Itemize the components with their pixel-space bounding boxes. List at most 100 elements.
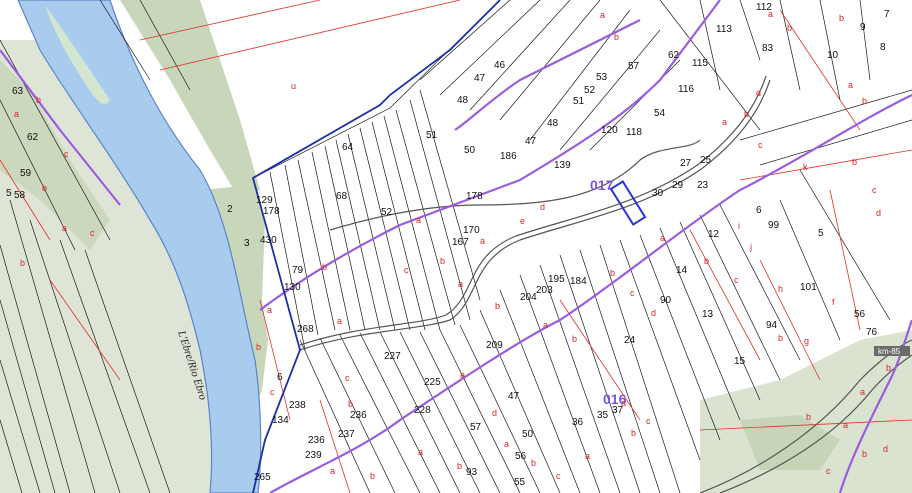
parcel-number: 115 [692, 58, 708, 69]
parcel-number: 237 [338, 429, 355, 440]
parcel-number: 134 [272, 415, 289, 426]
subparcel-letter: k [803, 162, 808, 172]
parcel-number: 52 [584, 85, 596, 96]
subparcel-letter: c [826, 466, 831, 476]
parcel-number: 178 [466, 191, 483, 202]
parcel-number: 2 [227, 204, 233, 215]
parcel-number: 56 [515, 451, 527, 462]
subparcel-letter: b [610, 268, 615, 278]
subparcel-letter: c [872, 185, 877, 195]
parcel-number: 57 [628, 61, 640, 72]
subparcel-letter: d [883, 444, 888, 454]
subparcel-letter: b [806, 412, 811, 422]
parcel-number: 139 [554, 160, 571, 171]
parcel-number: 430 [260, 235, 277, 246]
parcel-number: 178 [263, 206, 280, 217]
parcel-number: 48 [457, 95, 469, 106]
parcel-number: 93 [466, 467, 478, 478]
subparcel-letter: b [839, 13, 844, 23]
subparcel-letter: b [256, 342, 261, 352]
parcel-number: 6 [277, 372, 283, 383]
subparcel-letter: h [778, 284, 783, 294]
parcel-number: 120 [601, 125, 618, 136]
parcel-number: 209 [486, 340, 503, 351]
parcel-number: 184 [570, 276, 587, 287]
subparcel-letter: b [778, 333, 783, 343]
sector-label-017: 017 [590, 177, 614, 193]
parcel-number: 268 [297, 324, 314, 335]
study-area-border [251, 0, 647, 493]
parcel-number: 64 [342, 142, 354, 153]
subparcel-letter: b [36, 95, 41, 105]
parcel-number: 238 [289, 400, 306, 411]
parcel-number: 130 [284, 282, 301, 293]
parcel-number: 90 [660, 295, 672, 306]
parcel-number: 6 [756, 205, 762, 216]
subparcel-letter: b [495, 301, 500, 311]
parcel-number: 113 [716, 24, 732, 35]
parcel-number: 52 [381, 207, 393, 218]
subparcel-letter: b [440, 256, 445, 266]
subparcel-letter: b [457, 461, 462, 471]
parcel-number: 227 [384, 351, 401, 362]
subparcel-letter: c [734, 275, 739, 285]
subparcel-letter: a [722, 117, 727, 127]
parcel-number: 239 [305, 450, 322, 461]
subparcel-letter: b [370, 471, 375, 481]
parcel-number: 68 [336, 191, 348, 202]
parcel-number: 79 [292, 265, 304, 276]
parcel-number: 63 [12, 86, 24, 97]
parcel-number: 50 [464, 145, 476, 156]
parcel-number: 24 [624, 335, 636, 346]
subparcel-letter: a [62, 223, 67, 233]
subparcel-letter: a [480, 236, 485, 246]
subparcel-letter: d [492, 408, 497, 418]
road-marker-label: km-85 [878, 347, 901, 356]
subparcel-letter: f [832, 297, 835, 307]
parcel-number: 83 [762, 43, 774, 54]
parcel-number: 204 [520, 292, 537, 303]
subparcel-letter: b [572, 334, 577, 344]
parcel-number: 265 [254, 472, 271, 483]
subparcel-letter: a [843, 420, 848, 430]
subparcel-letter: b [348, 399, 353, 409]
subparcel-letter: b [886, 363, 891, 373]
parcel-number: 62 [27, 132, 39, 143]
subparcel-letter: b [20, 258, 25, 268]
parcel-number: 15 [734, 356, 746, 367]
subparcel-letter: a [585, 451, 590, 461]
parcel-number: 195 [548, 274, 565, 285]
subparcel-letter: b [322, 262, 327, 272]
parcel-number: 51 [426, 130, 438, 141]
parcel-number: 10 [827, 50, 839, 61]
parcel-number: 5 [818, 228, 824, 239]
parcel-number: 57 [470, 422, 482, 433]
parcel-number: 51 [573, 96, 585, 107]
subparcel-letter: c [404, 265, 409, 275]
parcel-number: 12 [708, 229, 720, 240]
parcel-number: 29 [672, 180, 684, 191]
parcel-number: 14 [676, 265, 688, 276]
subparcel-letter: b [787, 23, 792, 33]
subparcel-letter: a [460, 370, 465, 380]
parcel-number: 99 [768, 220, 780, 231]
parcel-number: 225 [424, 377, 441, 388]
subparcel-letter: a [600, 10, 605, 20]
subparcel-letter: b [862, 96, 867, 106]
parcel-number: 55 [514, 477, 526, 488]
parcel-number: 236 [350, 410, 367, 421]
parcel-number: 53 [596, 72, 608, 83]
parcel-number: 47 [525, 136, 537, 147]
parcel-number: 8 [880, 42, 886, 53]
subparcel-letter: d [876, 208, 881, 218]
parcel-number: 118 [626, 127, 642, 138]
subparcel-letter: a [416, 215, 421, 225]
subparcel-letter: g [804, 336, 809, 346]
subparcel-letter: b [531, 458, 536, 468]
cadastral-map[interactable]: L'Ebre/Rio Ebro 016 017 km-85 112 113 11… [0, 0, 912, 493]
subparcel-letter: c [270, 387, 275, 397]
parcel-number: 76 [866, 327, 878, 338]
parcel-number: 54 [654, 108, 666, 119]
map-canvas[interactable]: L'Ebre/Rio Ebro 016 017 km-85 1121131151… [0, 0, 912, 493]
subparcel-letter: c [630, 288, 635, 298]
